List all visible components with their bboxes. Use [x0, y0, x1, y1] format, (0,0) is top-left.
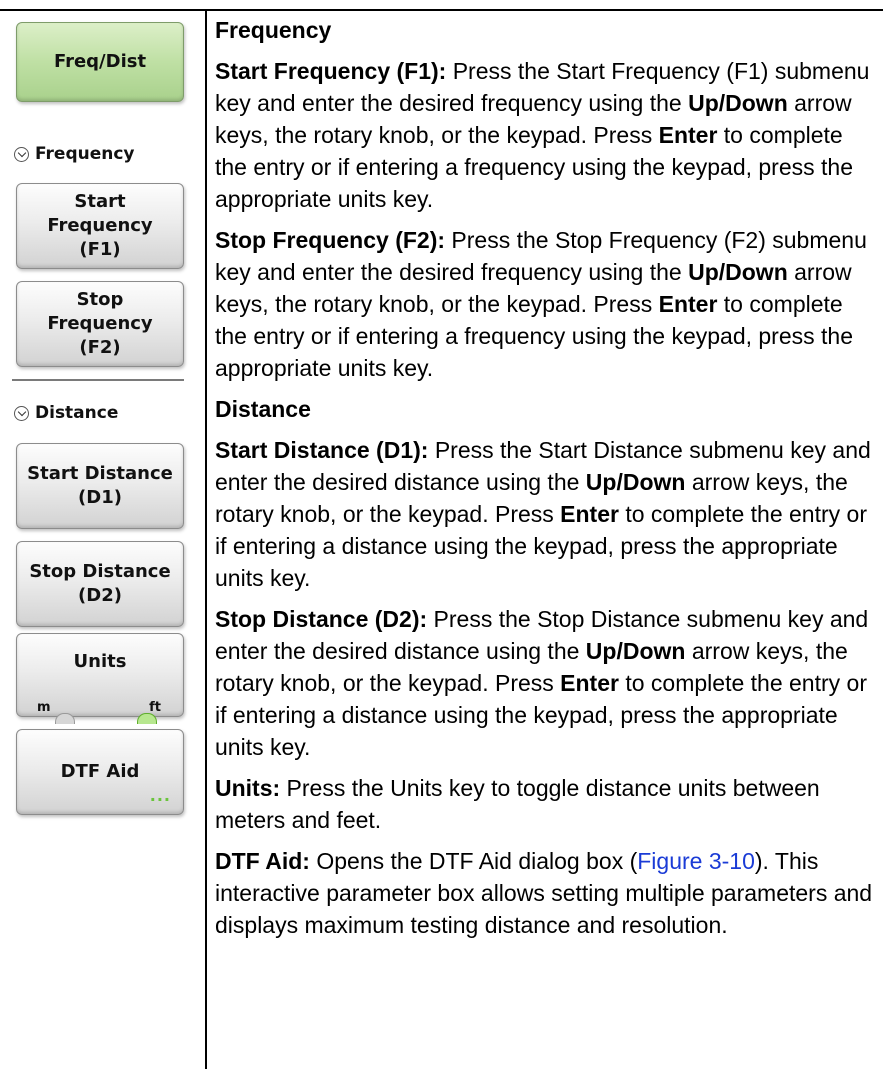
- start-distance-label: Start Distance (D1): [27, 463, 173, 508]
- start-distance-description: Start Distance (D1): Press the Start Dis…: [215, 434, 875, 594]
- key-name: Up/Down: [585, 469, 686, 495]
- frequency-section-header[interactable]: Frequency: [14, 144, 135, 164]
- distance-section-label: Distance: [35, 403, 119, 423]
- term-label: Stop Distance (D2):: [215, 606, 428, 632]
- units-toggle-button[interactable]: Units m ft: [16, 633, 184, 724]
- key-name: Up/Down: [688, 90, 788, 116]
- units-options: m ft: [17, 696, 183, 716]
- stop-frequency-description: Stop Frequency (F2): Press the Stop Freq…: [215, 224, 875, 384]
- freq-dist-button[interactable]: Freq/Dist: [16, 22, 184, 102]
- term-label: Start Frequency (F1):: [215, 58, 447, 84]
- key-name: Enter: [560, 501, 619, 527]
- units-option-m: m: [37, 700, 51, 715]
- term-label: Stop Frequency (F2):: [215, 227, 446, 253]
- dtf-aid-description: DTF Aid: Opens the DTF Aid dialog box (F…: [215, 845, 875, 941]
- start-distance-button[interactable]: Start Distance (D1): [16, 443, 184, 529]
- stop-frequency-label: Stop Frequency (F2): [47, 289, 153, 358]
- section-divider: [12, 379, 184, 381]
- distance-heading: Distance: [215, 396, 311, 422]
- stop-distance-description: Stop Distance (D2): Press the Stop Dista…: [215, 603, 875, 763]
- term-label: Units:: [215, 775, 281, 801]
- chevron-down-icon: [14, 146, 29, 162]
- frequency-section-label: Frequency: [35, 144, 135, 164]
- column-divider: [205, 9, 207, 1069]
- description-column: Frequency Start Frequency (F1): Press th…: [215, 14, 875, 950]
- submenu-panel: Freq/Dist Frequency Start Frequency (F1)…: [0, 0, 200, 1069]
- stop-distance-button[interactable]: Stop Distance (D2): [16, 541, 184, 627]
- key-name: Enter: [658, 122, 718, 148]
- term-label: Start Distance (D1):: [215, 437, 429, 463]
- stop-frequency-button[interactable]: Stop Frequency (F2): [16, 281, 184, 367]
- units-ft-indicator-active: [137, 713, 157, 724]
- units-description: Units: Press the Units key to toggle dis…: [215, 772, 875, 836]
- start-frequency-button[interactable]: Start Frequency (F1): [16, 183, 184, 269]
- chevron-down-icon: [14, 405, 29, 421]
- figure-link[interactable]: Figure 3-10: [637, 848, 755, 874]
- freq-dist-label: Freq/Dist: [53, 51, 147, 72]
- key-name: Enter: [658, 291, 718, 317]
- start-frequency-description: Start Frequency (F1): Press the Start Fr…: [215, 55, 875, 215]
- body-text: Press the Units key to toggle distance u…: [215, 775, 820, 833]
- frequency-heading: Frequency: [215, 17, 332, 43]
- more-options-icon: ...: [149, 786, 171, 805]
- body-text: Opens the DTF Aid dialog box (: [309, 848, 638, 874]
- key-name: Up/Down: [585, 638, 686, 664]
- units-m-indicator: [55, 713, 75, 724]
- stop-distance-label: Stop Distance (D2): [29, 561, 171, 606]
- units-label: Units: [73, 651, 127, 672]
- dtf-aid-label: DTF Aid: [60, 761, 140, 782]
- key-name: Enter: [560, 670, 619, 696]
- start-frequency-label: Start Frequency (F1): [47, 191, 153, 260]
- term-label: DTF Aid:: [215, 848, 310, 874]
- dtf-aid-button[interactable]: DTF Aid ...: [16, 729, 184, 815]
- key-name: Up/Down: [688, 259, 788, 285]
- distance-section-header[interactable]: Distance: [14, 403, 118, 423]
